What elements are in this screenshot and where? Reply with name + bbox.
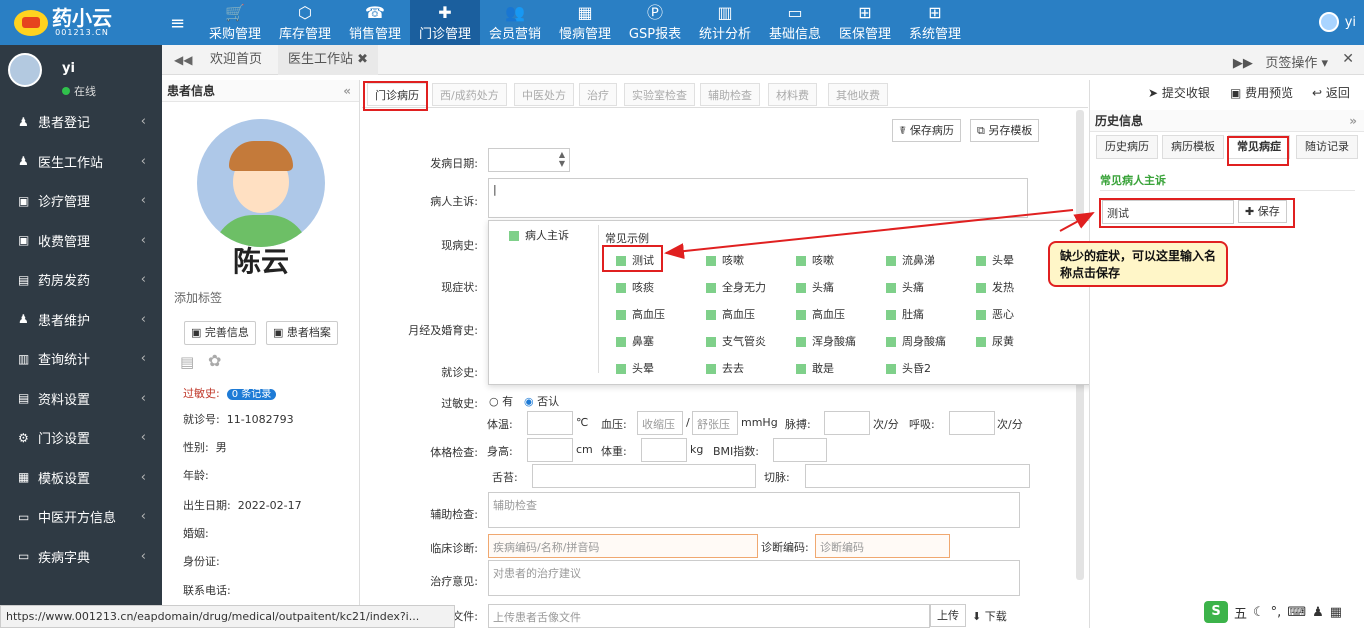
- arrow-to-option: [664, 209, 1074, 260]
- annotation-callout: 缺少的症状，可以这里输入名称点击保存: [1048, 241, 1228, 287]
- keyboard-icon[interactable]: ⌨: [1287, 605, 1306, 620]
- punct-icon[interactable]: °,: [1271, 605, 1282, 620]
- grid-icon[interactable]: ▦: [1330, 605, 1342, 620]
- status-url-bar: https://www.001213.cn/eapdomain/drug/med…: [0, 605, 455, 628]
- ime-toolbar: S 五 ☾ °, ⌨ ♟ ▦: [1200, 598, 1364, 626]
- sogou-ime-icon[interactable]: S: [1204, 601, 1228, 623]
- user-icon[interactable]: ♟: [1312, 605, 1324, 620]
- arrow-to-input: [1059, 212, 1095, 232]
- ime-mode[interactable]: 五: [1234, 603, 1247, 622]
- annotation-arrows: [664, 209, 1095, 260]
- moon-icon[interactable]: ☾: [1253, 605, 1265, 620]
